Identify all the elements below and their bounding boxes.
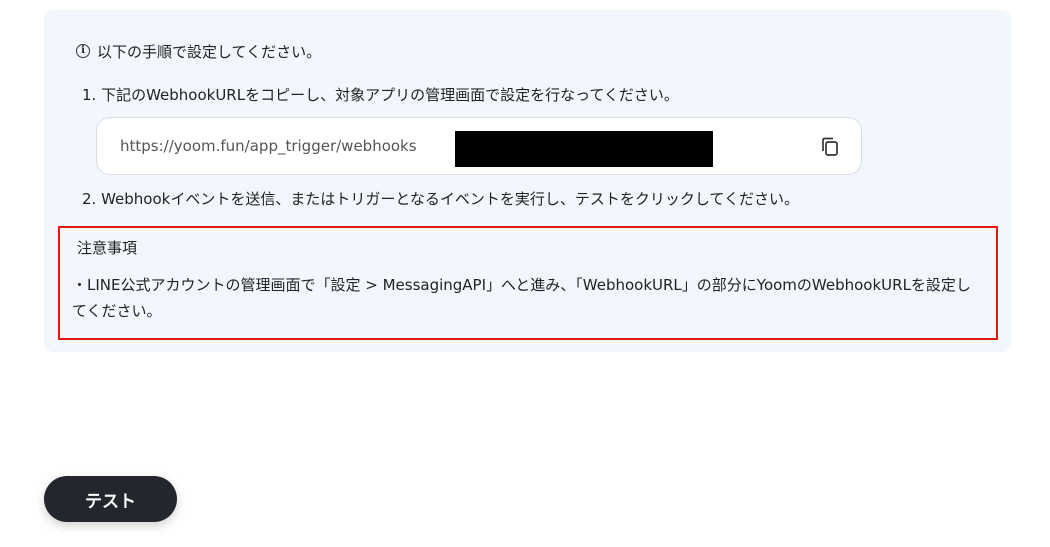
info-line: i 以下の手順で設定してください。 xyxy=(76,40,321,62)
notice-box: 注意事項 ・LINE公式アカウントの管理画面で「設定 > MessagingAP… xyxy=(58,226,998,340)
test-button[interactable]: テスト xyxy=(44,476,177,522)
step-2-text: 2. Webhookイベントを送信、またはトリガーとなるイベントを実行し、テスト… xyxy=(82,190,799,208)
info-icon: i xyxy=(76,44,90,58)
copy-icon[interactable] xyxy=(818,135,842,159)
notice-title: 注意事項 xyxy=(77,239,138,257)
info-text: 以下の手順で設定してください。 xyxy=(97,42,322,61)
redacted-block xyxy=(455,131,713,167)
webhook-url-field: https://yoom.fun/app_trigger/webhooks xyxy=(96,117,862,175)
webhook-url-text: https://yoom.fun/app_trigger/webhooks xyxy=(120,137,417,155)
notice-body: ・LINE公式アカウントの管理画面で「設定 > MessagingAPI」へと進… xyxy=(72,276,971,320)
step-1-text: 1. 下記のWebhookURLをコピーし、対象アプリの管理画面で設定を行なって… xyxy=(82,86,679,104)
